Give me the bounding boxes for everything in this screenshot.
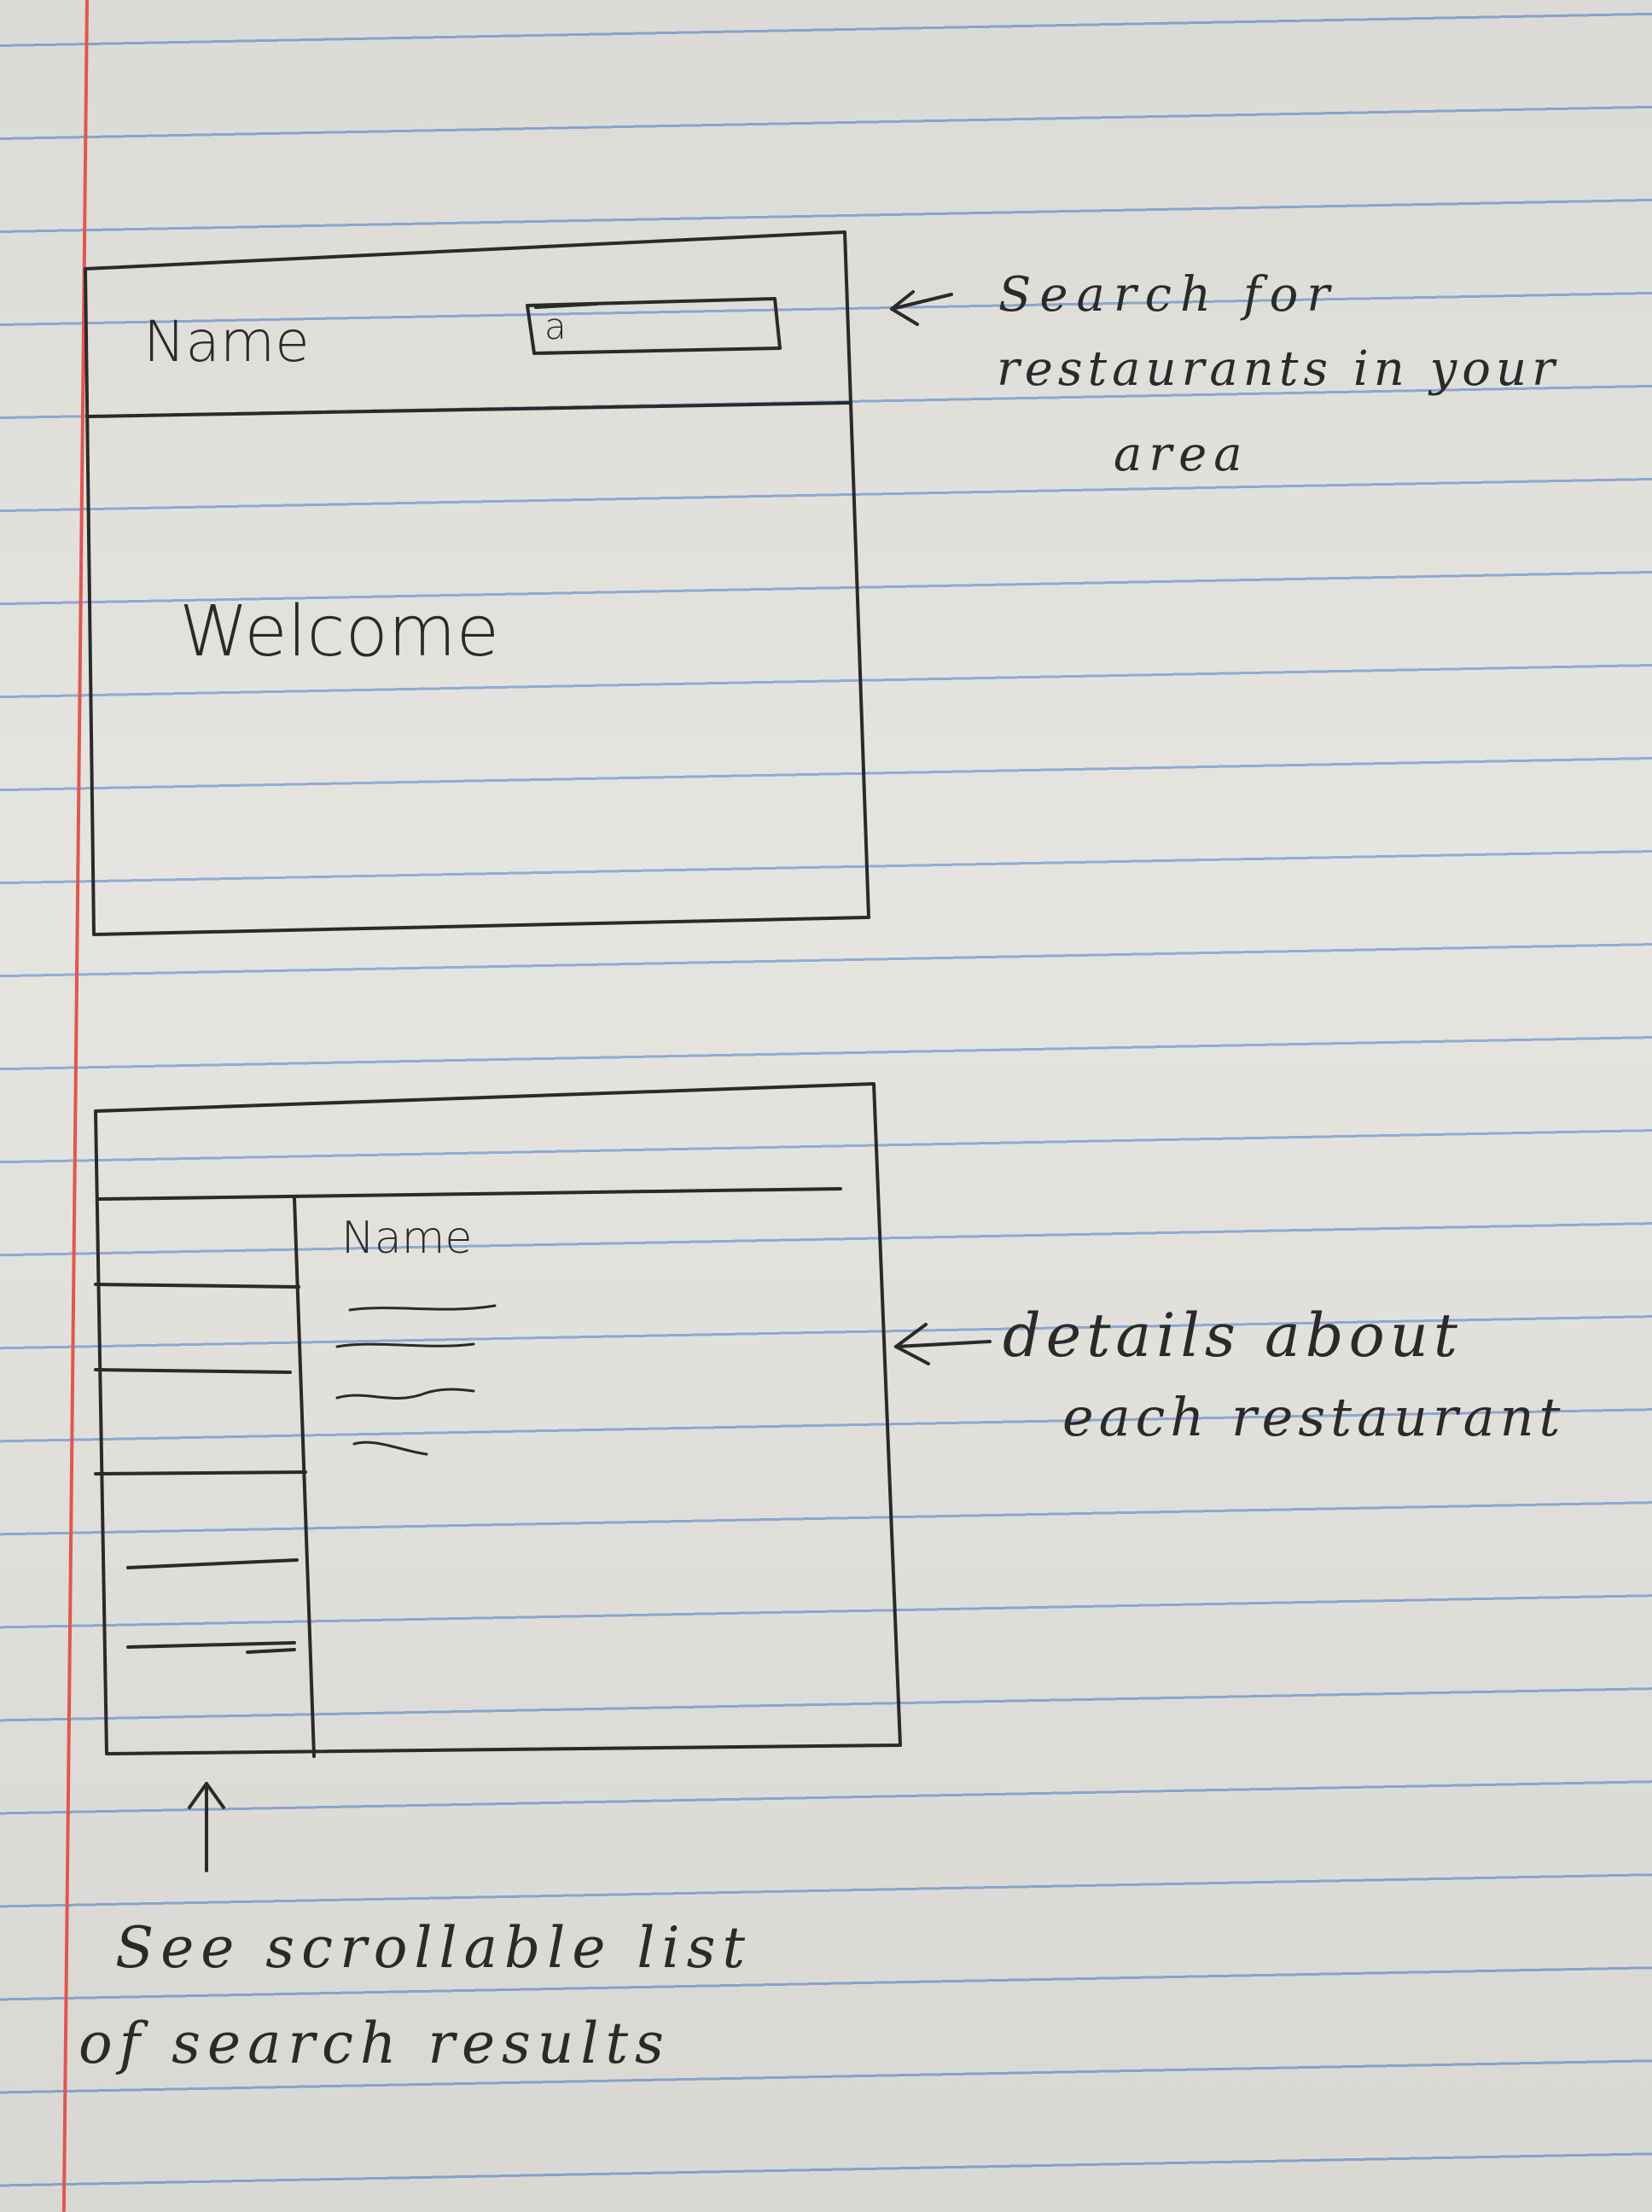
list-row-divider: [126, 1558, 299, 1569]
list-arrow-icon: [188, 1782, 225, 1872]
result-list[interactable]: [94, 1283, 307, 1654]
search-annotation-line3: area: [1114, 427, 1249, 482]
list-annotation-line1: See scrollable list: [115, 1915, 752, 1981]
welcome-text: Welcome: [179, 591, 500, 672]
screen2-frame: [94, 1082, 902, 1758]
search-input-placeholder[interactable]: a: [544, 309, 567, 345]
list-annotation-line2: of search results: [79, 2011, 671, 2076]
screen1-header-divider: [88, 401, 851, 418]
list-divider: [293, 1196, 316, 1758]
list-row-divider: [94, 1470, 307, 1476]
search-annotation-line1: Search for: [998, 267, 1339, 323]
details-annotation-line1: details about: [1003, 1301, 1463, 1371]
search-annotation-line2: restaurants in your: [997, 341, 1560, 397]
detail-text-lines: [335, 1304, 497, 1456]
list-row-divider: [94, 1368, 292, 1374]
details-arrow-icon: [894, 1323, 992, 1365]
detail-title: Name: [341, 1213, 473, 1264]
list-row-divider: [126, 1641, 296, 1649]
details-annotation-line2: each restaurant: [1062, 1386, 1566, 1448]
list-row-divider: [94, 1283, 300, 1289]
search-arrow-icon: [890, 290, 953, 326]
screen2-header-divider: [96, 1187, 842, 1201]
header-title: Name: [143, 309, 310, 375]
